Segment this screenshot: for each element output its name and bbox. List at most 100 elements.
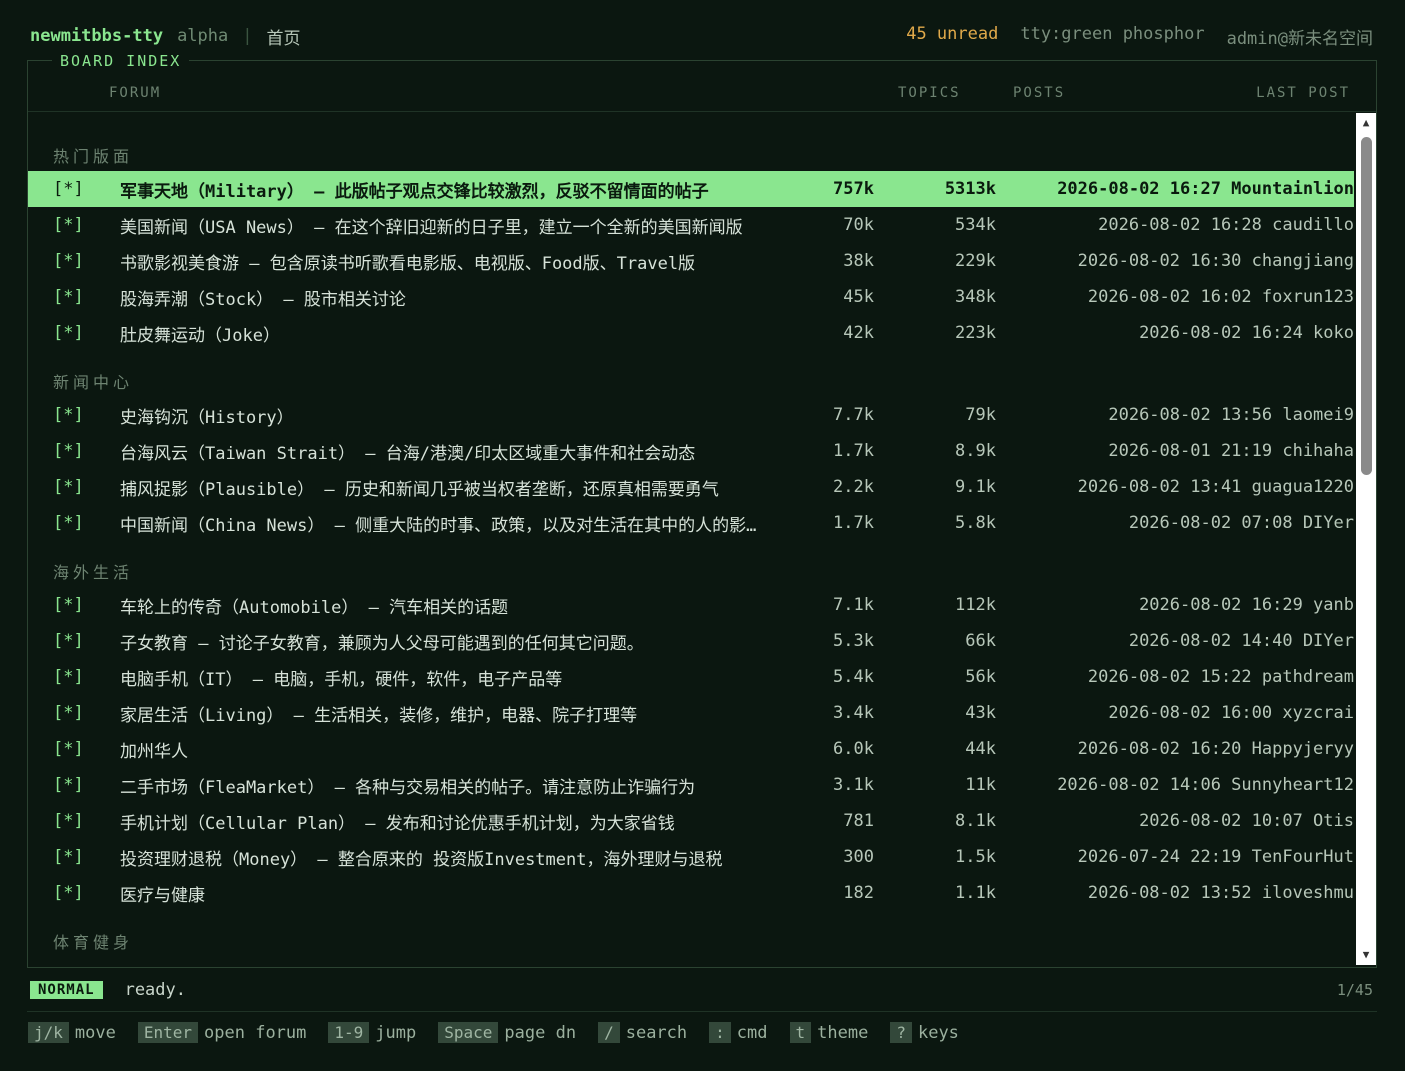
- user-account[interactable]: admin@新未名空间: [1227, 24, 1373, 49]
- forum-title[interactable]: 车轮上的传奇（Automobile） — 汽车相关的话题: [120, 593, 760, 618]
- forum-title[interactable]: 肚皮舞运动（Joke）: [120, 321, 760, 346]
- last-post[interactable]: 2026-08-02 13:41 guagua1220: [1078, 477, 1354, 497]
- last-post[interactable]: 2026-08-02 14:06 Sunnyheart12: [1057, 775, 1354, 795]
- last-post[interactable]: 2026-08-02 07:08 DIYer: [1129, 513, 1354, 533]
- forum-row[interactable]: [*] 投资理财退税（Money） — 整合原来的 投资版Investment，海…: [28, 839, 1354, 875]
- topics-count: 757k: [833, 179, 874, 199]
- unread-marker: [*]: [53, 323, 84, 343]
- forum-title[interactable]: 子女教育 — 讨论子女教育，兼顾为人父母可能遇到的任何其它问题。: [120, 629, 760, 654]
- panel-title: BOARD INDEX: [52, 52, 190, 70]
- forum-title[interactable]: 电脑手机（IT） — 电脑，手机，硬件，软件，电子产品等: [120, 665, 760, 690]
- column-topics: TOPICS: [898, 85, 961, 101]
- forum-description: — 侧重大陆的时事、政策，以及对生活在其中的人的影响: [324, 515, 760, 536]
- last-post[interactable]: 2026-08-02 15:22 pathdream: [1088, 667, 1354, 687]
- unread-marker: [*]: [53, 739, 84, 759]
- topics-count: 5.3k: [833, 631, 874, 651]
- unread-marker: [*]: [53, 847, 84, 867]
- forum-title[interactable]: 医疗与健康: [120, 881, 760, 906]
- divider: [27, 1011, 1377, 1012]
- posts-count: 8.1k: [955, 811, 996, 831]
- unread-count[interactable]: 45 unread: [906, 24, 998, 49]
- forum-title[interactable]: 二手市场（FleaMarket） — 各种与交易相关的帖子。请注意防止诈骗行为: [120, 773, 760, 798]
- scroll-thumb[interactable]: [1361, 137, 1372, 475]
- forum-list[interactable]: 热门版面 [*] 军事天地（Military） — 此版帖子观点交锋比较激烈，反驳不…: [28, 119, 1354, 961]
- forum-row[interactable]: [*] 加州华人 6.0k 44k 2026-08-02 16:20 Happyjery…: [28, 731, 1354, 767]
- topics-count: 6.0k: [833, 739, 874, 759]
- key-label: jump: [375, 1022, 417, 1043]
- forum-name: 手机计划（Cellular Plan）: [120, 813, 356, 834]
- forum-row[interactable]: [*] 书歌影视美食游 — 包含原读书听歌看电影版、电视版、Food版、Trave…: [28, 243, 1354, 279]
- forum-title[interactable]: 捕风捉影（Plausible） — 历史和新闻几乎被当权者垄断，还原真相需要勇气: [120, 475, 760, 500]
- forum-title[interactable]: 美国新闻（USA News） — 在这个辞旧迎新的日子里，建立一个全新的美国新闻…: [120, 213, 760, 238]
- forum-title[interactable]: 军事天地（Military） — 此版帖子观点交锋比较激烈，反驳不留情面的帖子: [120, 177, 760, 202]
- topics-count: 781: [843, 811, 874, 831]
- app-brand[interactable]: newmitbbs-tty: [30, 26, 163, 46]
- section-header: 海外生活: [53, 563, 134, 582]
- breadcrumb-separator: |: [242, 26, 253, 46]
- forum-row[interactable]: [*] 医疗与健康 182 1.1k 2026-08-02 13:52 iloveshm…: [28, 875, 1354, 911]
- last-post[interactable]: 2026-08-02 16:02 foxrun123: [1088, 287, 1354, 307]
- forum-row[interactable]: [*] 车轮上的传奇（Automobile） — 汽车相关的话题 7.1k 112k 2…: [28, 587, 1354, 623]
- forum-description: — 发布和讨论优惠手机计划，为大家省钱: [355, 813, 675, 834]
- forum-row[interactable]: [*] 股海弄潮（Stock） — 股市相关讨论 45k 348k 2026-08-02…: [28, 279, 1354, 315]
- forum-title[interactable]: 投资理财退税（Money） — 整合原来的 投资版Investment，海外理财…: [120, 845, 760, 870]
- key-hint: j/k move: [28, 1022, 116, 1043]
- last-post[interactable]: 2026-08-02 16:24 koko: [1139, 323, 1354, 343]
- unread-marker: [*]: [53, 441, 84, 461]
- last-post[interactable]: 2026-07-24 22:19 TenFourHut: [1078, 847, 1354, 867]
- forum-name: 医疗与健康: [120, 885, 205, 906]
- last-post[interactable]: 2026-08-02 16:30 changjiang: [1078, 251, 1354, 271]
- posts-count: 79k: [965, 405, 996, 425]
- forum-title[interactable]: 股海弄潮（Stock） — 股市相关讨论: [120, 285, 760, 310]
- forum-title[interactable]: 加州华人: [120, 737, 760, 762]
- forum-row[interactable]: [*] 家居生活（Living） — 生活相关，装修，维护，电器、院子打理等 3.4…: [28, 695, 1354, 731]
- scroll-up-icon[interactable]: ▲: [1356, 115, 1376, 131]
- forum-title[interactable]: 书歌影视美食游 — 包含原读书听歌看电影版、电视版、Food版、Travel版: [120, 249, 760, 274]
- version-tag: alpha: [177, 26, 229, 46]
- last-post[interactable]: 2026-08-02 16:20 Happyjeryy: [1078, 739, 1354, 759]
- forum-row[interactable]: [*] 美国新闻（USA News） — 在这个辞旧迎新的日子里，建立一个全新的美…: [28, 207, 1354, 243]
- forum-row[interactable]: [*] 二手市场（FleaMarket） — 各种与交易相关的帖子。请注意防止诈骗…: [28, 767, 1354, 803]
- scrollbar[interactable]: ▲ ▼: [1356, 113, 1376, 965]
- forum-row[interactable]: [*] 史海钩沉（History） 7.7k 79k 2026-08-02 13:56 …: [28, 397, 1354, 433]
- theme-indicator[interactable]: tty:green phosphor: [1020, 24, 1204, 49]
- breadcrumb-home[interactable]: 首页: [267, 24, 301, 49]
- last-post[interactable]: 2026-08-02 13:56 laomei9: [1108, 405, 1354, 425]
- forum-row[interactable]: [*] 中国新闻（China News） — 侧重大陆的时事、政策，以及对生活在其…: [28, 505, 1354, 541]
- top-bar: newmitbbs-tty alpha | 首页 45 unread tty:g…: [30, 22, 1373, 50]
- unread-marker: [*]: [53, 513, 84, 533]
- posts-count: 534k: [955, 215, 996, 235]
- column-posts: POSTS: [1013, 85, 1066, 101]
- last-post[interactable]: 2026-08-02 16:27 Mountainlion: [1057, 179, 1354, 199]
- topics-count: 38k: [843, 251, 874, 271]
- forum-row[interactable]: [*] 电脑手机（IT） — 电脑，手机，硬件，软件，电子产品等 5.4k 56k 20…: [28, 659, 1354, 695]
- forum-row[interactable]: [*] 子女教育 — 讨论子女教育，兼顾为人父母可能遇到的任何其它问题。 5.3k 6…: [28, 623, 1354, 659]
- key-hint: Enter open forum: [137, 1022, 307, 1043]
- forum-title[interactable]: 家居生活（Living） — 生活相关，装修，维护，电器、院子打理等: [120, 701, 760, 726]
- forum-row[interactable]: [*] 肚皮舞运动（Joke） 42k 223k 2026-08-02 16:24 ko…: [28, 315, 1354, 351]
- last-post[interactable]: 2026-08-02 16:29 yanb: [1139, 595, 1354, 615]
- forum-description: — 台海/港澳/印太区域重大事件和社会动态: [355, 443, 696, 464]
- last-post[interactable]: 2026-08-02 16:00 xyzcrai: [1108, 703, 1354, 723]
- forum-row[interactable]: [*] 捕风捉影（Plausible） — 历史和新闻几乎被当权者垄断，还原真相需…: [28, 469, 1354, 505]
- last-post[interactable]: 2026-08-02 10:07 Otis: [1139, 811, 1354, 831]
- forum-name: 书歌影视美食游: [120, 253, 239, 274]
- last-post[interactable]: 2026-08-02 13:52 iloveshmu: [1088, 883, 1354, 903]
- forum-name: 台海风云（Taiwan Strait）: [120, 443, 356, 464]
- topics-count: 3.1k: [833, 775, 874, 795]
- key-label: open forum: [204, 1022, 307, 1043]
- forum-title[interactable]: 台海风云（Taiwan Strait） — 台海/港澳/印太区域重大事件和社会动…: [120, 439, 760, 464]
- scroll-down-icon[interactable]: ▼: [1356, 947, 1376, 963]
- forum-title[interactable]: 手机计划（Cellular Plan） — 发布和讨论优惠手机计划，为大家省钱: [120, 809, 760, 834]
- key-hint: 1-9 jump: [328, 1022, 416, 1043]
- forum-name: 加州华人: [120, 741, 188, 762]
- forum-row[interactable]: [*] 手机计划（Cellular Plan） — 发布和讨论优惠手机计划，为大家…: [28, 803, 1354, 839]
- forum-row[interactable]: [*] 台海风云（Taiwan Strait） — 台海/港澳/印太区域重大事件和…: [28, 433, 1354, 469]
- forum-title[interactable]: 史海钩沉（History）: [120, 403, 760, 428]
- forum-title[interactable]: 中国新闻（China News） — 侧重大陆的时事、政策，以及对生活在其中的人…: [120, 511, 760, 536]
- last-post[interactable]: 2026-08-01 21:19 chihaha: [1108, 441, 1354, 461]
- last-post[interactable]: 2026-08-02 16:28 caudillo: [1098, 215, 1354, 235]
- last-post[interactable]: 2026-08-02 14:40 DIYer: [1129, 631, 1354, 651]
- keybinding-bar: j/k move Enter open forum 1-9 jump Space page d…: [28, 1022, 981, 1043]
- forum-row[interactable]: [*] 军事天地（Military） — 此版帖子观点交锋比较激烈，反驳不留情面的…: [28, 171, 1354, 207]
